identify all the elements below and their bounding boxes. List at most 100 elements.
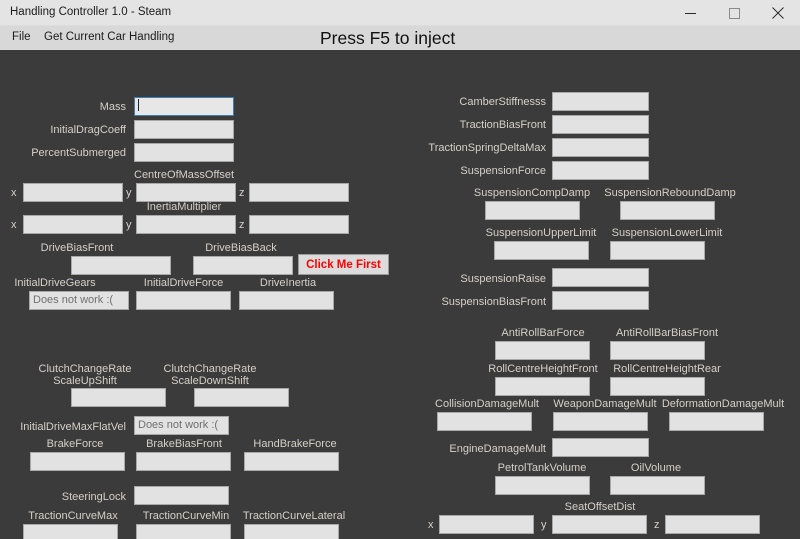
label-tractioncurvemax: TractionCurveMax — [28, 510, 118, 522]
axis-label-z-inertia: z — [239, 219, 245, 231]
input-suspensionforce[interactable] — [552, 161, 649, 180]
input-centreofmassoffset-z[interactable] — [249, 183, 349, 202]
axis-label-z-seatoffset: z — [654, 519, 660, 531]
input-inertiamultiplier-z[interactable] — [249, 215, 349, 234]
label-suspensionbiasfront: SuspensionBiasFront — [441, 296, 546, 308]
label-initialdragcoeff: InitialDragCoeff — [50, 124, 126, 136]
inject-hint-title: Press F5 to inject — [320, 28, 456, 48]
input-brakebiasfront[interactable] — [136, 452, 231, 471]
label-clutchchangerate-upshift-line1: ClutchChangeRate — [38, 363, 132, 375]
input-centreofmassoffset-y[interactable] — [136, 183, 236, 202]
input-suspensionupperlimit[interactable] — [494, 241, 589, 260]
window-title: Handling Controller 1.0 - Steam — [10, 6, 172, 18]
input-deformationdamagemult[interactable] — [669, 412, 764, 431]
input-collisiondamagemult[interactable] — [437, 412, 532, 431]
input-suspensioncompdamp[interactable] — [485, 201, 580, 220]
input-tractioncurvemax[interactable] — [23, 524, 118, 539]
axis-label-x-seatoffset: x — [428, 519, 434, 531]
input-suspensionlowerlimit[interactable] — [610, 241, 705, 260]
label-seatoffsetdist: SeatOffsetDist — [564, 501, 636, 513]
menu-item-file[interactable]: File — [12, 31, 31, 43]
maximize-button[interactable] — [712, 0, 756, 26]
label-drivebiasback: DriveBiasBack — [205, 242, 277, 254]
input-rollcentreheightfront[interactable] — [495, 377, 590, 396]
input-inertiamultiplier-y[interactable] — [136, 215, 236, 234]
input-initialdrivemaxflatvel[interactable]: Does not work :( — [134, 416, 229, 435]
input-petroltankvolume[interactable] — [495, 476, 590, 495]
label-centreofmassoffset: CentreOfMassOffset — [134, 169, 235, 181]
label-deformationdamagemult: DeformationDamageMult — [661, 398, 785, 410]
input-tractionbiasfront[interactable] — [552, 115, 649, 134]
close-button[interactable] — [756, 0, 800, 26]
app-window: Handling Controller 1.0 - Steam File Get… — [0, 0, 800, 539]
label-clutchchangerate-upshift-line2: ScaleUpShift — [53, 375, 117, 387]
input-seatoffsetdist-y[interactable] — [552, 515, 647, 534]
click-me-first-button[interactable]: Click Me First — [298, 254, 389, 275]
label-initialdrivegears: InitialDriveGears — [14, 277, 96, 289]
input-driveinertia[interactable] — [239, 291, 334, 310]
input-seatoffsetdist-x[interactable] — [439, 515, 534, 534]
input-suspensionbiasfront[interactable] — [552, 291, 649, 310]
input-initialdrivegears[interactable]: Does not work :( — [29, 291, 129, 310]
label-antirollbarforce: AntiRollBarForce — [501, 327, 585, 339]
input-tractionspringdeltamax[interactable] — [552, 138, 649, 157]
input-clutchchangeratescaledownshift[interactable] — [194, 388, 289, 407]
label-percentsubmerged: PercentSubmerged — [31, 147, 126, 159]
input-inertiamultiplier-x[interactable] — [23, 215, 123, 234]
form-canvas: Mass InitialDragCoeff PercentSubmerged C… — [0, 50, 800, 539]
input-initialdragcoeff[interactable] — [134, 120, 234, 139]
label-brakeforce: BrakeForce — [46, 438, 104, 450]
label-camberstiffnesss: CamberStiffnesss — [459, 96, 546, 108]
label-suspensionlowerlimit: SuspensionLowerLimit — [611, 227, 723, 239]
label-clutchchangerate-downshift-line2: ScaleDownShift — [171, 375, 249, 387]
menu-bar: File Get Current Car Handling Press F5 t… — [0, 26, 800, 50]
input-tractioncurvelateral[interactable] — [244, 524, 339, 539]
close-icon — [772, 7, 784, 19]
label-tractioncurvemin: TractionCurveMin — [142, 510, 230, 522]
input-drivebiasback[interactable] — [193, 256, 293, 275]
label-initialdrivemaxflatvel: InitialDriveMaxFlatVel — [20, 421, 126, 433]
input-oilvolume[interactable] — [610, 476, 705, 495]
label-suspensionupperlimit: SuspensionUpperLimit — [485, 227, 597, 239]
input-antirollbarbiasfront[interactable] — [610, 341, 705, 360]
input-brakeforce[interactable] — [30, 452, 125, 471]
label-petroltankvolume: PetrolTankVolume — [497, 462, 587, 474]
label-antirollbarbiasfront: AntiRollBarBiasFront — [615, 327, 719, 339]
label-drivebiasfront: DriveBiasFront — [40, 242, 114, 254]
maximize-icon — [728, 7, 740, 19]
minimize-button[interactable] — [668, 0, 712, 26]
label-clutchchangerate-downshift-line1: ClutchChangeRate — [163, 363, 257, 375]
label-collisiondamagemult: CollisionDamageMult — [435, 398, 539, 410]
input-percentsubmerged[interactable] — [134, 143, 234, 162]
label-rollcentreheightrear: RollCentreHeightRear — [613, 363, 721, 375]
label-enginedamagemult: EngineDamageMult — [449, 443, 546, 455]
label-rollcentreheightfront: RollCentreHeightFront — [488, 363, 598, 375]
input-drivebiasfront[interactable] — [71, 256, 171, 275]
label-mass: Mass — [99, 101, 126, 113]
axis-label-x-centreofmass: x — [11, 187, 17, 199]
input-initialdriveforce[interactable] — [136, 291, 231, 310]
input-centreofmassoffset-x[interactable] — [23, 183, 123, 202]
menu-item-get-current-car-handling[interactable]: Get Current Car Handling — [44, 31, 174, 43]
label-tractionspringdeltamax: TractionSpringDeltaMax — [428, 142, 546, 154]
input-mass[interactable] — [134, 97, 234, 116]
label-oilvolume: OilVolume — [630, 462, 682, 474]
label-driveinertia: DriveInertia — [259, 277, 317, 289]
input-clutchchangeratescaleupshift[interactable] — [71, 388, 166, 407]
label-suspensionraise: SuspensionRaise — [460, 273, 546, 285]
input-enginedamagemult[interactable] — [552, 438, 649, 457]
input-weapondamagemult[interactable] — [553, 412, 648, 431]
input-handbrakeforce[interactable] — [244, 452, 339, 471]
input-seatoffsetdist-z[interactable] — [665, 515, 760, 534]
input-camberstiffnesss[interactable] — [552, 92, 649, 111]
input-suspensionrebounddamp[interactable] — [620, 201, 715, 220]
label-handbrakeforce: HandBrakeForce — [253, 438, 337, 450]
input-suspensionraise[interactable] — [552, 268, 649, 287]
axis-label-y-inertia: y — [126, 219, 132, 231]
input-antirollbarforce[interactable] — [495, 341, 590, 360]
input-tractioncurvemin[interactable] — [136, 524, 231, 539]
input-rollcentreheightrear[interactable] — [610, 377, 705, 396]
input-steeringlock[interactable] — [134, 486, 229, 505]
title-bar: Handling Controller 1.0 - Steam — [0, 0, 800, 26]
label-weapondamagemult: WeaponDamageMult — [553, 398, 657, 410]
